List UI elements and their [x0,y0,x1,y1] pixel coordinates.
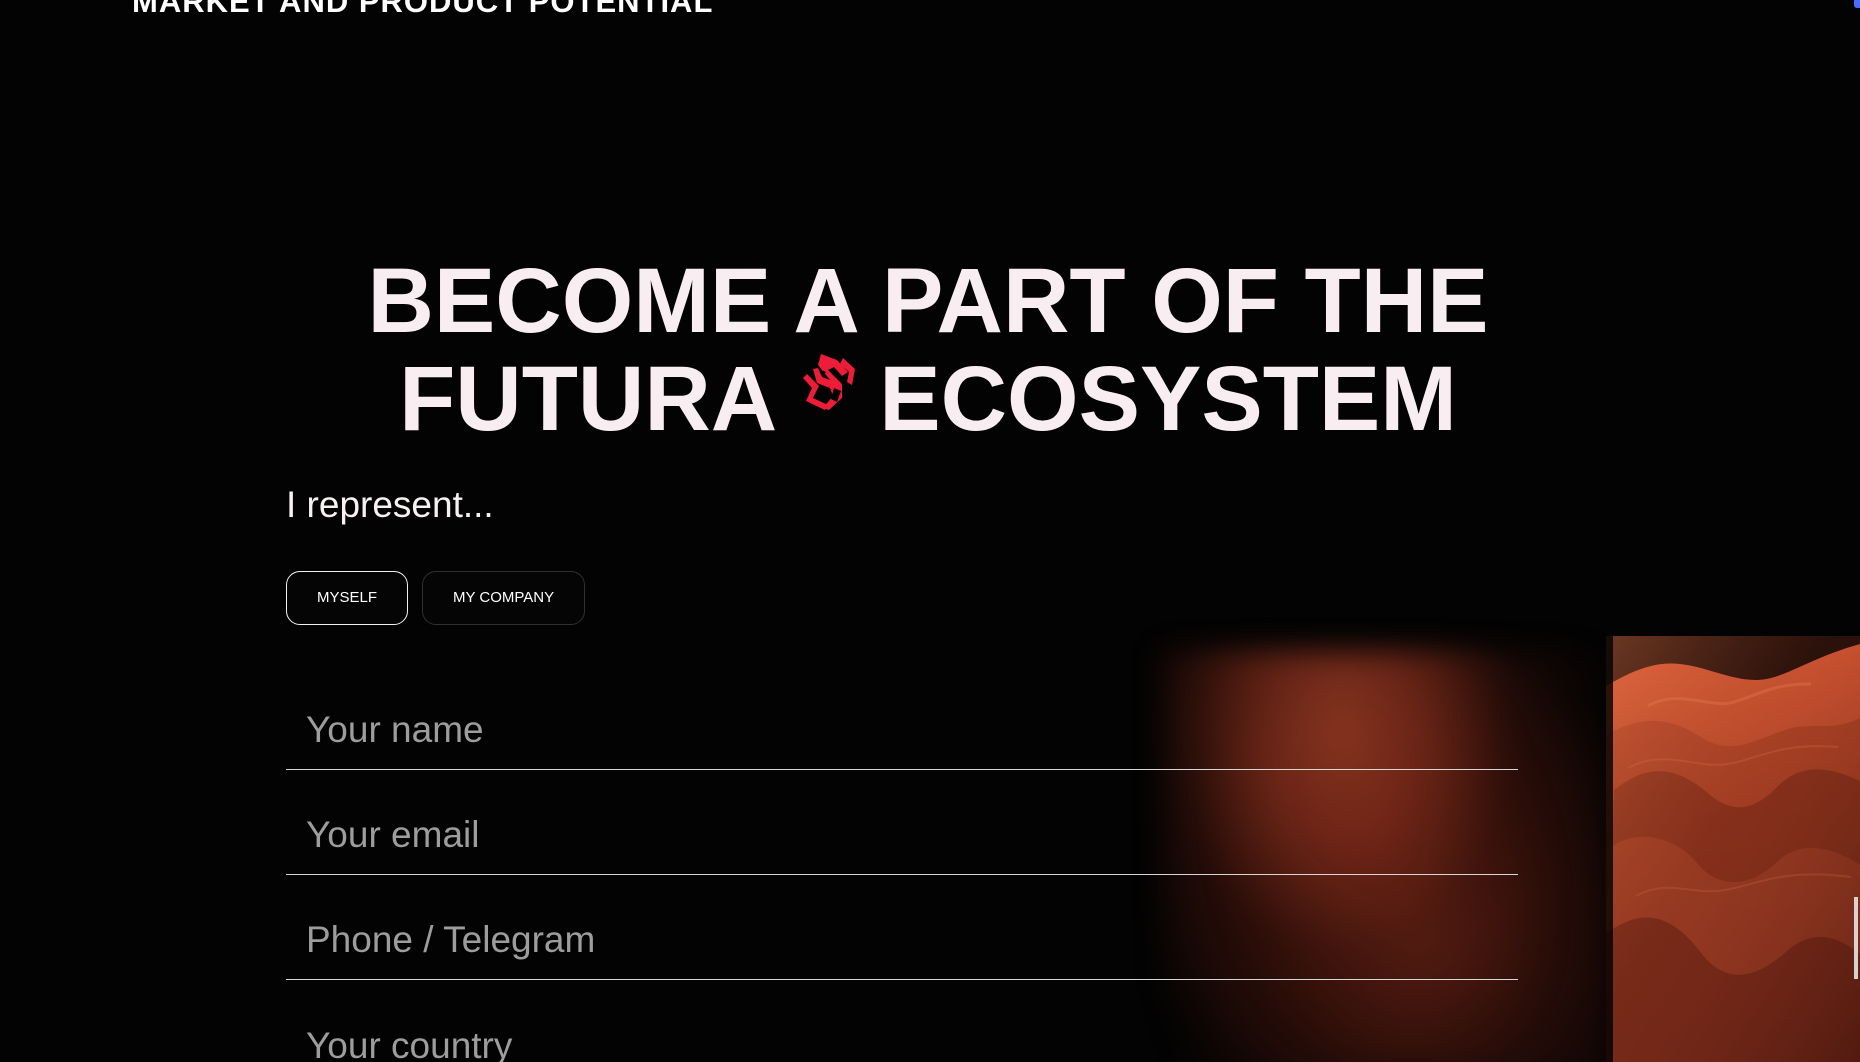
my-company-button[interactable]: MY COMPANY [422,571,586,625]
futura-ecosystem-icon [803,352,857,412]
contact-page: MARKET AND PRODUCT POTENTIAL BECOME A PA… [0,0,1860,1062]
right-edge-highlight [1854,897,1858,979]
top-right-indicator [1854,0,1860,8]
ecosystem-heading-line-1: BECOME A PART OF THE [367,249,1489,352]
red-rock-canyon-image [1606,636,1860,1062]
country-input[interactable] [306,1018,1486,1062]
email-field [286,795,1518,875]
name-input[interactable] [306,702,1486,758]
ecosystem-word: ECOSYSTEM [879,347,1457,450]
represent-label: I represent... [286,484,494,525]
ecosystem-heading-line-2: FUTURA ECOSYSTEM [0,350,1858,448]
phone-telegram-field [286,900,1518,980]
country-field [286,1006,1518,1062]
phone-telegram-input[interactable] [306,912,1486,968]
email-input[interactable] [306,807,1486,863]
myself-button[interactable]: MYSELF [286,571,409,625]
futura-word: FUTURA [399,347,778,450]
name-field [286,690,1518,770]
market-product-potential-heading: MARKET AND PRODUCT POTENTIAL [132,0,714,19]
ecosystem-heading: BECOME A PART OF THE FUTURA ECOSYSTEM [0,252,1860,448]
representation-toggle: MYSELF MY COMPANY [286,571,586,627]
